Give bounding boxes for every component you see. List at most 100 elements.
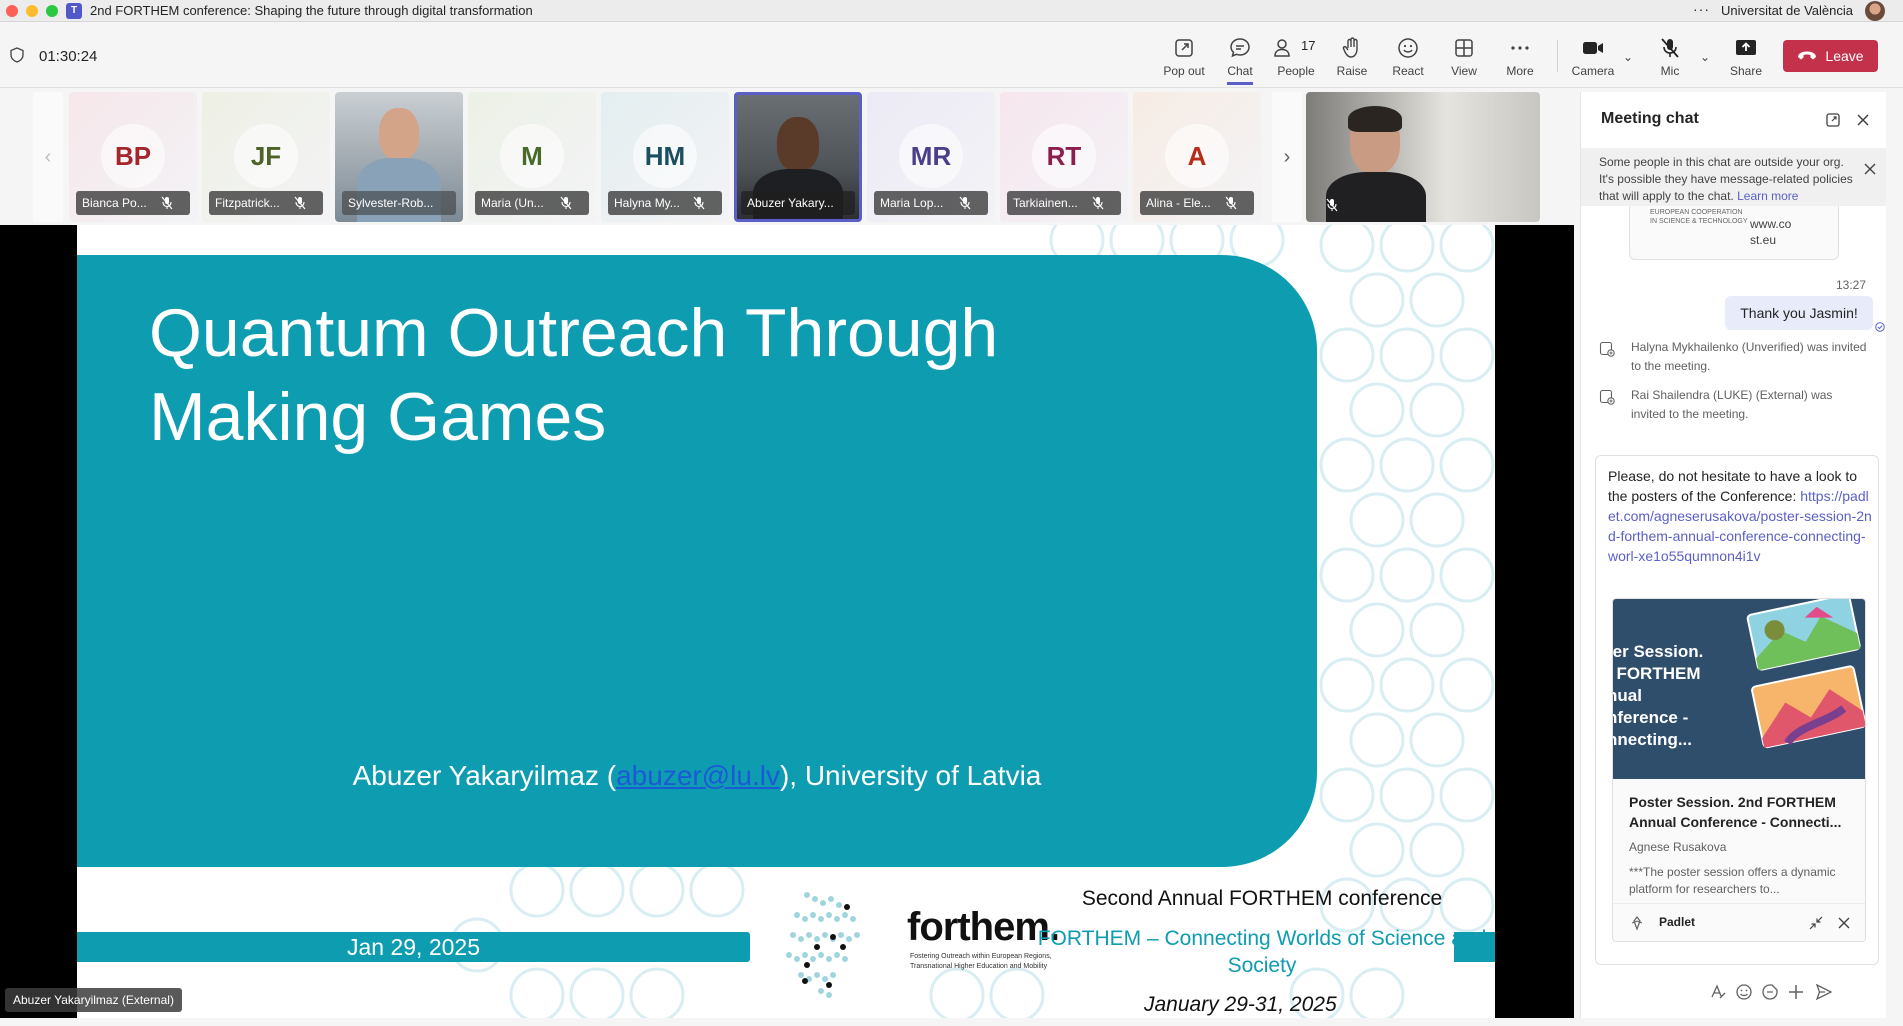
- shared-screen-stage: Quantum Outreach Through Making Games Ab…: [0, 225, 1574, 1018]
- message-seen-check-icon: [1875, 322, 1885, 332]
- more-label: More: [1506, 64, 1534, 78]
- sticker-icon[interactable]: [1761, 983, 1779, 1001]
- presentation-slide: Quantum Outreach Through Making Games Ab…: [77, 225, 1495, 1018]
- emoji-icon[interactable]: [1735, 983, 1753, 1001]
- self-video-hair: [1348, 106, 1402, 132]
- mic-off-icon: [693, 196, 705, 210]
- scroll-left-chevron-icon[interactable]: ‹: [33, 92, 63, 222]
- camera-options-chevron-icon[interactable]: ⌄: [1623, 50, 1633, 64]
- teams-logo-icon: T: [66, 3, 82, 19]
- view-label: View: [1451, 64, 1477, 78]
- meeting-toolbar: 01:30:24 Pop out Chat 17 People Raise Re…: [0, 22, 1903, 88]
- react-button[interactable]: React: [1380, 36, 1436, 78]
- mic-off-icon: [959, 196, 971, 210]
- mic-off-icon: [1092, 196, 1104, 210]
- react-label: React: [1392, 64, 1424, 78]
- europe-map-logo-icon: [786, 892, 860, 998]
- participant-tile[interactable]: Sylvester-Rob...: [335, 92, 463, 222]
- previous-link-preview[interactable]: EUROPEAN COOPERATION IN SCIENCE & TECHNO…: [1629, 206, 1839, 260]
- participant-tile[interactable]: RT Tarkiainen...: [1000, 92, 1128, 222]
- participant-avatar: BP: [101, 124, 165, 188]
- camera-button[interactable]: Camera: [1565, 36, 1621, 78]
- mic-label: Mic: [1660, 64, 1680, 78]
- thumbnail-illustration-icon: [1746, 599, 1865, 749]
- participant-tile[interactable]: BP Bianca Po...: [69, 92, 197, 222]
- cost-logo-text: EUROPEAN COOPERATION IN SCIENCE & TECHNO…: [1650, 209, 1748, 225]
- close-window-button[interactable]: [6, 5, 18, 17]
- participant-tile[interactable]: M Maria (Un...: [468, 92, 596, 222]
- participant-avatar: MR: [899, 124, 963, 188]
- popout-button[interactable]: Pop out: [1156, 36, 1212, 78]
- share-button[interactable]: Share: [1718, 36, 1774, 78]
- camera-icon: [1583, 42, 1603, 54]
- learn-more-link[interactable]: Learn more: [1737, 189, 1798, 203]
- participant-tile[interactable]: A Alina - Ele...: [1133, 92, 1261, 222]
- participant-tile[interactable]: MR Maria Lop...: [867, 92, 995, 222]
- slide-author-line: Abuzer Yakaryilmaz (abuzer@lu.lv), Unive…: [77, 760, 1317, 792]
- add-icon[interactable]: [1787, 983, 1805, 1001]
- mic-button[interactable]: Mic: [1642, 36, 1698, 78]
- system-message: Rai Shailendra (LUKE) (External) was inv…: [1599, 386, 1869, 424]
- send-icon[interactable]: [1815, 983, 1833, 1001]
- participant-name: Abuzer Yakary...: [741, 191, 855, 215]
- compose-toolbar: [1595, 979, 1879, 1003]
- more-button[interactable]: More: [1492, 36, 1548, 78]
- window-titlebar: T 2nd FORTHEM conference: Shaping the fu…: [0, 0, 1903, 22]
- close-chat-icon[interactable]: [1855, 112, 1871, 128]
- people-count: 17: [1301, 38, 1316, 53]
- chat-title: Meeting chat: [1601, 110, 1699, 127]
- participant-tile[interactable]: JF Fitzpatrick...: [202, 92, 330, 222]
- received-message-bubble[interactable]: Please, do not hesitate to have a look t…: [1595, 455, 1879, 965]
- person-added-icon: [1599, 389, 1615, 405]
- emoji-icon: [1398, 38, 1418, 58]
- my-message-bubble[interactable]: Thank you Jasmin!: [1725, 296, 1873, 330]
- organization-name[interactable]: Universitat de València: [1721, 3, 1853, 18]
- share-icon: [1736, 40, 1756, 55]
- self-video-tile[interactable]: [1306, 92, 1540, 222]
- system-message-text: Rai Shailendra (LUKE) (External) was inv…: [1631, 388, 1833, 421]
- people-button[interactable]: 17 People: [1268, 36, 1324, 78]
- raise-hand-button[interactable]: Raise: [1324, 36, 1380, 78]
- toolbar-separator: [1557, 40, 1558, 72]
- participant-avatar: HM: [633, 124, 697, 188]
- chat-button[interactable]: Chat: [1212, 36, 1268, 85]
- link-preview-source-name: Padlet: [1659, 915, 1696, 929]
- participant-video: [777, 117, 819, 171]
- user-avatar[interactable]: [1865, 1, 1885, 21]
- mic-options-chevron-icon[interactable]: ⌄: [1700, 50, 1710, 64]
- slide-title-line-1: Quantum Outreach Through: [149, 295, 999, 371]
- participant-avatar: A: [1165, 124, 1229, 188]
- dismiss-notice-icon[interactable]: [1863, 162, 1877, 176]
- more-options-button[interactable]: ···: [1693, 1, 1710, 17]
- shield-icon: [10, 47, 24, 63]
- author-email-link: abuzer@lu.lv: [616, 760, 780, 791]
- meeting-timer: 01:30:24: [39, 48, 98, 65]
- zoom-window-button[interactable]: [46, 5, 58, 17]
- thumbnail-text: ter Session. I FORTHEM nual nference - n…: [1612, 642, 1704, 749]
- mic-off-icon: [1661, 38, 1679, 58]
- received-message-body: Please, do not hesitate to have a look t…: [1608, 466, 1874, 566]
- link-preview-card[interactable]: ter Session. I FORTHEM nual nference - n…: [1612, 598, 1866, 942]
- raise-label: Raise: [1336, 64, 1368, 78]
- format-text-icon[interactable]: [1709, 983, 1727, 1001]
- external-users-notice: Some people in this chat are outside you…: [1581, 148, 1886, 206]
- chat-header: Meeting chat: [1581, 92, 1886, 148]
- popout-chat-icon[interactable]: [1825, 112, 1841, 128]
- mic-off-icon: [161, 196, 173, 210]
- phone-hangup-icon: [1798, 51, 1817, 60]
- participant-avatar: RT: [1032, 124, 1096, 188]
- link-preview-title: Poster Session. 2nd FORTHEM Annual Confe…: [1629, 794, 1842, 830]
- scroll-right-chevron-icon[interactable]: ›: [1272, 92, 1302, 222]
- chat-label: Chat: [1227, 64, 1253, 85]
- remove-preview-icon[interactable]: [1837, 916, 1851, 930]
- conference-subtitle: FORTHEM – Connecting Worlds of Science a…: [1037, 927, 1487, 977]
- participant-tile[interactable]: HM Halyna My...: [601, 92, 729, 222]
- view-button[interactable]: View: [1436, 36, 1492, 78]
- padlet-logo-icon: [1631, 916, 1643, 931]
- leave-button[interactable]: Leave: [1783, 40, 1878, 72]
- slide-title: Quantum Outreach Through Making Games: [149, 291, 998, 459]
- minimize-window-button[interactable]: [26, 5, 38, 17]
- link-preview-source: Padlet: [1613, 903, 1865, 939]
- collapse-preview-icon[interactable]: [1809, 916, 1823, 930]
- participant-tile-active-speaker[interactable]: Abuzer Yakary...: [734, 92, 862, 222]
